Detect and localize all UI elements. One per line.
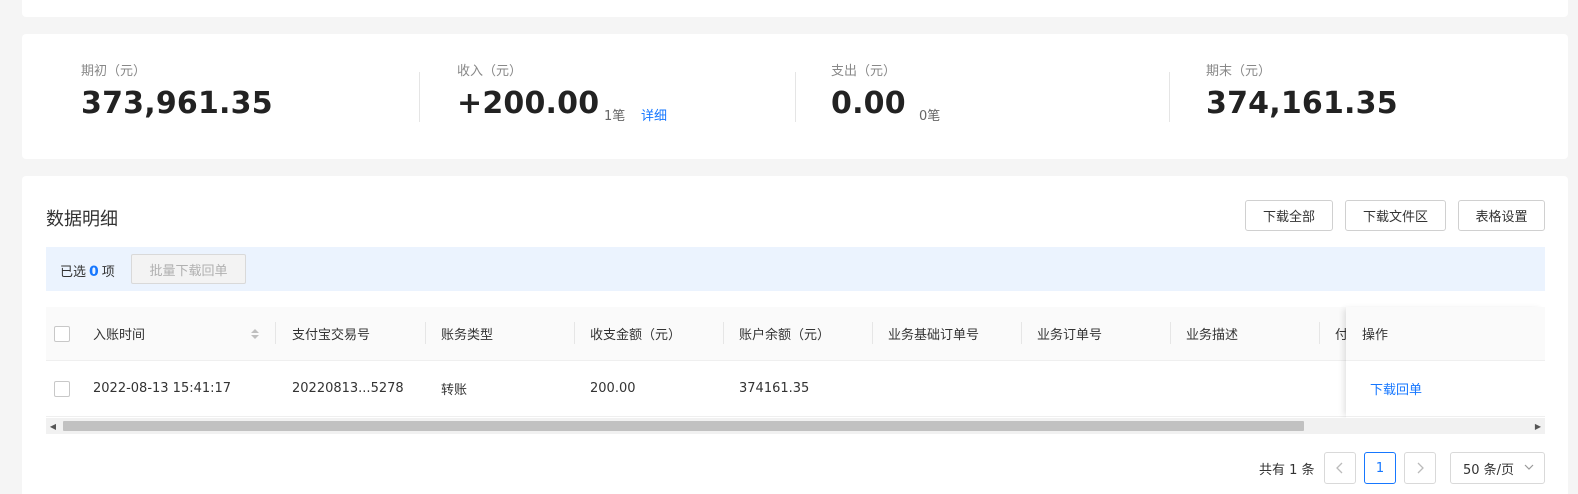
col-type: 账务类型 <box>441 328 494 343</box>
income-detail-link[interactable]: 详细 <box>641 105 667 124</box>
section-title: 数据明细 <box>46 209 118 230</box>
divider <box>419 72 420 122</box>
selection-text: 已选 0 项 <box>60 261 115 280</box>
selection-count: 0 <box>89 264 99 280</box>
divider <box>795 72 796 122</box>
download-receipt-link[interactable]: 下载回单 <box>1370 361 1490 416</box>
table-row: 2022-08-13 15:41:17 20220813...5278 转账 2… <box>46 361 1545 417</box>
column-separator <box>275 322 276 344</box>
column-separator <box>723 322 724 344</box>
selection-prefix: 已选 <box>60 265 87 280</box>
download-area-button[interactable]: 下载文件区 <box>1345 200 1446 231</box>
scroll-left-icon[interactable]: ◀ <box>46 418 60 434</box>
cell-time: 2022-08-13 15:41:17 <box>93 381 232 396</box>
next-page-button[interactable] <box>1404 452 1436 484</box>
sort-icon[interactable] <box>250 326 260 342</box>
table-header: 入账时间 支付宝交易号 账务类型 收支金额（元） 账户余额（元） 业务基础订单号… <box>46 307 1545 361</box>
page-size-value: 50 条/页 <box>1463 462 1515 478</box>
col-base-order: 业务基础订单号 <box>888 328 980 343</box>
page-size-select[interactable]: 50 条/页 <box>1450 452 1545 484</box>
cell-type: 转账 <box>441 383 468 398</box>
summary-card: 期初（元） 373,961.35 收入（元） +200.00 1笔 详细 支出（… <box>22 34 1568 159</box>
col-alipay-no: 支付宝交易号 <box>292 328 371 343</box>
horizontal-scrollbar[interactable]: ◀ ▶ <box>46 418 1545 434</box>
column-separator <box>1170 322 1171 344</box>
col-time[interactable]: 入账时间 <box>93 307 243 360</box>
income-value: +200.00 <box>457 86 600 121</box>
income-count: 1笔 <box>604 109 626 124</box>
column-separator <box>1319 322 1320 344</box>
closing-label: 期末（元） <box>1206 64 1272 79</box>
batch-download-button[interactable]: 批量下载回单 <box>131 254 246 284</box>
select-all-checkbox[interactable] <box>54 326 70 342</box>
expense-label: 支出（元） <box>831 64 897 79</box>
chevron-right-icon <box>1417 462 1424 474</box>
cell-balance: 374161.35 <box>739 381 810 396</box>
table-settings-button[interactable]: 表格设置 <box>1458 200 1545 231</box>
column-separator <box>425 322 426 344</box>
action-cell: 下载回单 <box>1346 361 1545 417</box>
cell-amount: 200.00 <box>590 381 636 396</box>
chevron-left-icon <box>1336 462 1343 474</box>
cell-alipay-no: 20220813...5278 <box>292 381 404 396</box>
action-column: 操作 下载回单 <box>1346 307 1545 418</box>
prev-page-button[interactable] <box>1324 452 1356 484</box>
row-checkbox[interactable] <box>54 381 70 397</box>
col-balance: 账户余额（元） <box>739 328 831 343</box>
column-separator <box>574 322 575 344</box>
income-label: 收入（元） <box>457 64 523 79</box>
opening-value: 373,961.35 <box>81 86 273 121</box>
detail-card: 数据明细 下载全部 下载文件区 表格设置 已选 0 项 批量下载回单 入账时间 支付… <box>22 176 1568 494</box>
expense-value: 0.00 <box>831 86 906 121</box>
scroll-right-icon[interactable]: ▶ <box>1531 418 1545 434</box>
selection-bar: 已选 0 项 批量下载回单 <box>46 247 1545 291</box>
col-amount: 收支金额（元） <box>590 328 682 343</box>
pagination-total: 共有 1 条 <box>1259 463 1315 478</box>
data-table: 入账时间 支付宝交易号 账务类型 收支金额（元） 账户余额（元） 业务基础订单号… <box>46 307 1545 418</box>
column-separator <box>1021 322 1022 344</box>
divider <box>1169 72 1170 122</box>
closing-value: 374,161.35 <box>1206 86 1398 121</box>
action-header: 操作 <box>1346 307 1545 361</box>
expense-count: 0笔 <box>919 109 941 124</box>
opening-label: 期初（元） <box>81 64 147 79</box>
col-biz-order: 业务订单号 <box>1037 328 1103 343</box>
page-button-current[interactable]: 1 <box>1364 452 1396 484</box>
selection-suffix: 项 <box>101 265 115 280</box>
chevron-down-icon <box>1524 464 1534 470</box>
download-all-button[interactable]: 下载全部 <box>1245 200 1333 231</box>
scrollbar-thumb[interactable] <box>63 421 1304 431</box>
top-card <box>22 0 1568 17</box>
col-desc: 业务描述 <box>1186 328 1239 343</box>
column-separator <box>872 322 873 344</box>
col-action: 操作 <box>1362 328 1389 343</box>
